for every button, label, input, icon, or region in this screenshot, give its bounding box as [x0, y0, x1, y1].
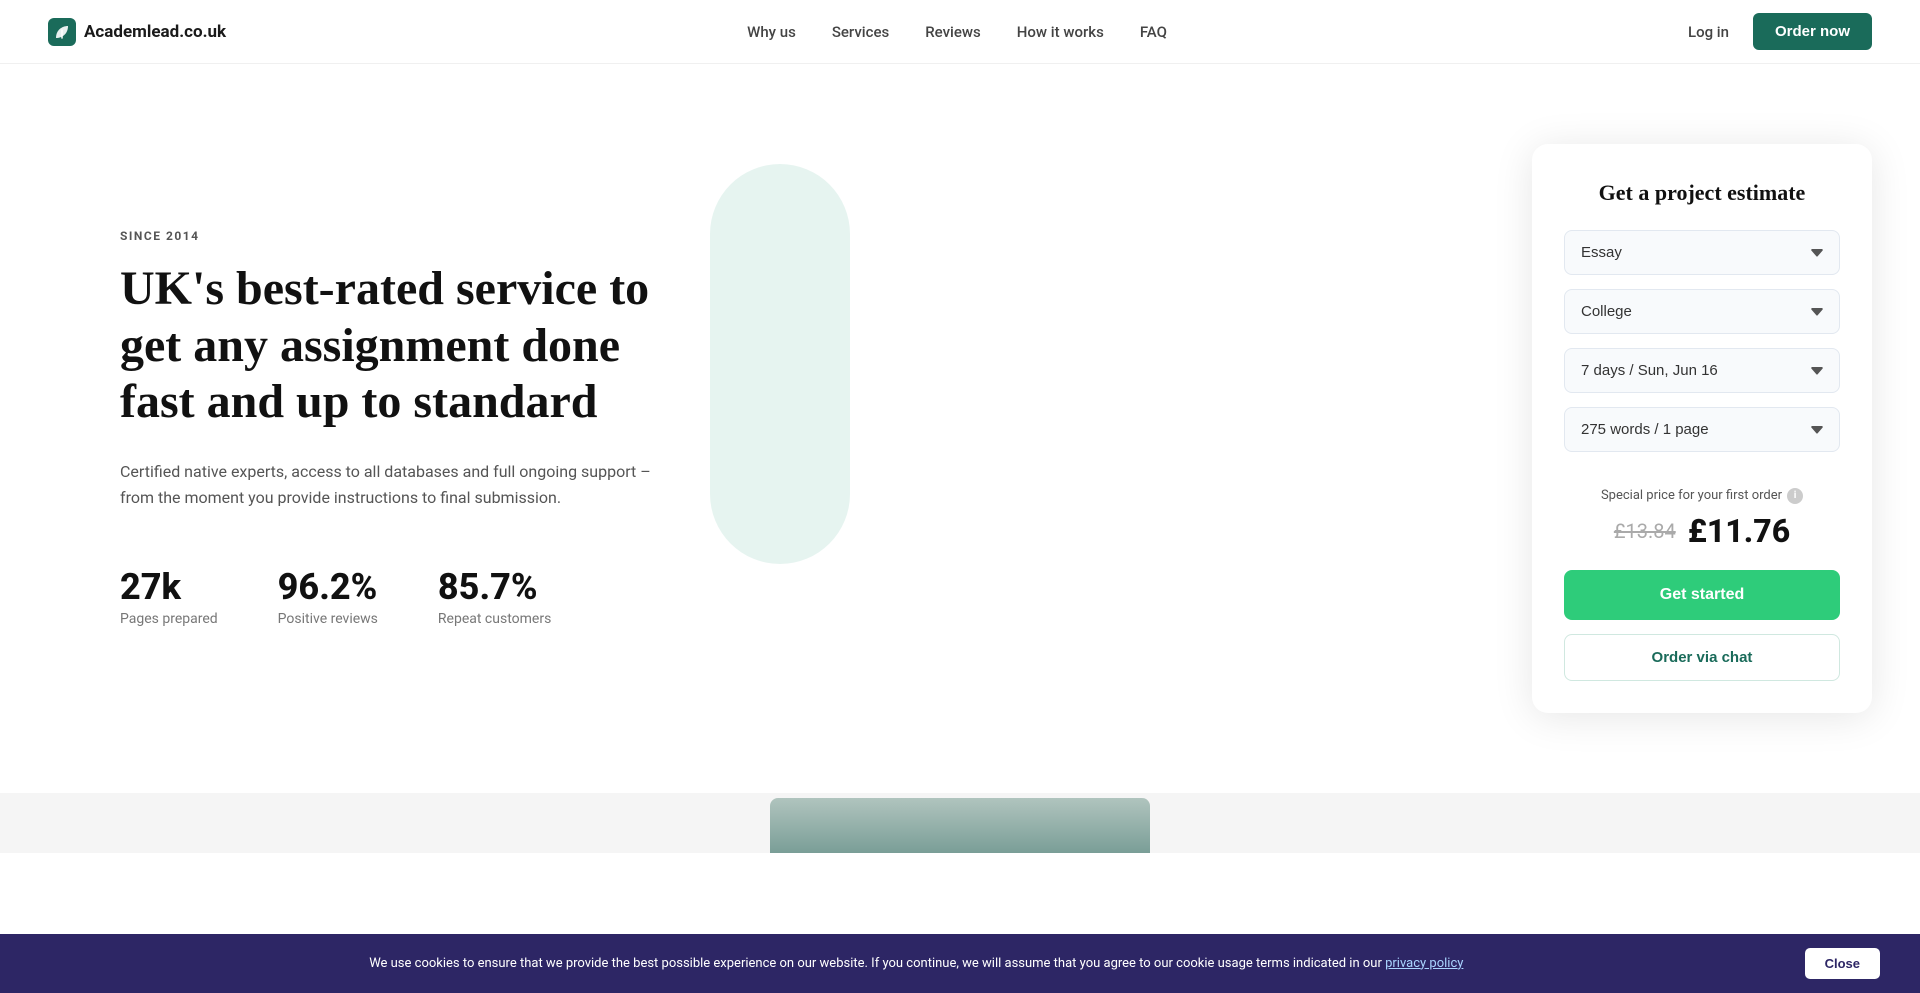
navbar: Academlead.co.uk Why us Services Reviews… [0, 0, 1920, 64]
nav-right: Log in Order now [1688, 13, 1872, 50]
cookie-banner: We use cookies to ensure that we provide… [0, 934, 1920, 993]
preview-image [770, 798, 1150, 853]
hero-description: Certified native experts, access to all … [120, 459, 680, 510]
privacy-policy-link[interactable]: privacy policy [1385, 956, 1463, 971]
cookie-close-button[interactable]: Close [1805, 948, 1880, 979]
nav-how-it-works[interactable]: How it works [1017, 23, 1104, 41]
stat-reviews: 96.2% Positive reviews [278, 566, 378, 627]
nav-reviews[interactable]: Reviews [925, 23, 981, 41]
nav-services[interactable]: Services [832, 23, 889, 41]
deadline-select[interactable]: 3 hours 6 hours 12 hours 24 hours 2 days… [1564, 348, 1840, 393]
type-select[interactable]: Essay Research Paper Dissertation Course… [1564, 230, 1840, 275]
pages-select[interactable]: 275 words / 1 page 550 words / 2 pages 8… [1564, 407, 1840, 452]
bottom-preview [0, 793, 1920, 853]
stat-pages-label: Pages prepared [120, 611, 218, 627]
since-label: SINCE 2014 [120, 229, 680, 243]
level-select[interactable]: High School College University Master's … [1564, 289, 1840, 334]
hero-section: SINCE 2014 UK's best-rated service to ge… [0, 64, 1920, 793]
price-original: £13.84 [1614, 519, 1676, 543]
cookie-text: We use cookies to ensure that we provide… [40, 954, 1793, 974]
stat-customers-label: Repeat customers [438, 611, 551, 627]
order-now-button[interactable]: Order now [1753, 13, 1872, 50]
estimate-card: Get a project estimate Essay Research Pa… [1532, 144, 1872, 713]
stat-customers-value: 85.7% [438, 566, 551, 608]
info-icon[interactable]: i [1787, 488, 1803, 504]
special-price-label: Special price for your first order i [1601, 488, 1803, 504]
price-row: £13.84 £11.76 [1564, 512, 1840, 550]
price-discounted: £11.76 [1688, 512, 1790, 550]
nav-faq[interactable]: FAQ [1140, 23, 1167, 41]
blob-left [710, 164, 850, 564]
login-link[interactable]: Log in [1688, 23, 1729, 41]
stat-reviews-value: 96.2% [278, 566, 378, 608]
stat-pages-value: 27k [120, 566, 218, 608]
special-price-row: Special price for your first order i [1564, 484, 1840, 504]
stat-customers: 85.7% Repeat customers [438, 566, 551, 627]
hero-content: SINCE 2014 UK's best-rated service to ge… [120, 229, 680, 627]
estimate-title: Get a project estimate [1564, 180, 1840, 206]
stat-pages: 27k Pages prepared [120, 566, 218, 627]
nav-why-us[interactable]: Why us [747, 23, 796, 41]
brand-logo[interactable]: Academlead.co.uk [48, 18, 226, 46]
stat-reviews-label: Positive reviews [278, 611, 378, 627]
order-via-chat-button[interactable]: Order via chat [1564, 634, 1840, 681]
get-started-button[interactable]: Get started [1564, 570, 1840, 620]
hero-stats: 27k Pages prepared 96.2% Positive review… [120, 566, 680, 627]
brand-name: Academlead.co.uk [84, 22, 226, 42]
logo-icon [48, 18, 76, 46]
nav-links: Why us Services Reviews How it works FAQ [747, 22, 1167, 41]
hero-title: UK's best-rated service to get any assig… [120, 261, 680, 431]
